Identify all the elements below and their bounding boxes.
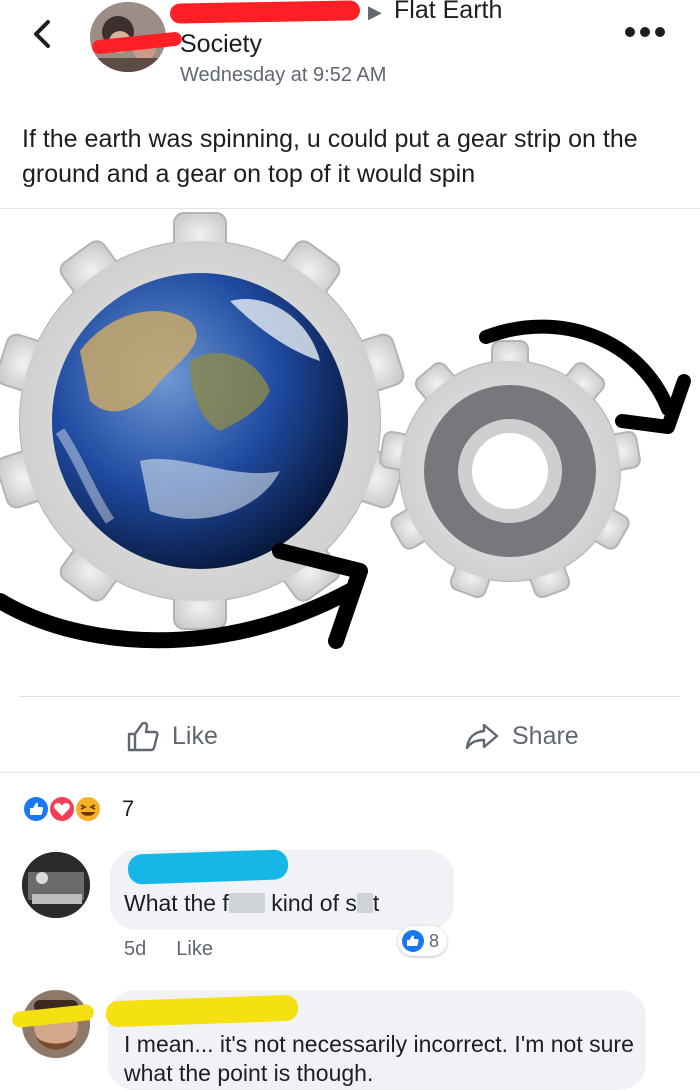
post-text: If the earth was spinning, u could put a… — [22, 125, 638, 188]
back-button[interactable] — [26, 14, 60, 54]
more-options-button[interactable] — [618, 20, 672, 44]
share-arrow-icon — [465, 723, 499, 750]
post-timestamp[interactable]: Wednesday at 9:52 AM — [180, 64, 386, 87]
censor-block — [228, 893, 265, 913]
more-dots-icon — [625, 27, 665, 37]
group-name[interactable]: Flat Earth — [394, 0, 502, 25]
censor-block — [356, 893, 373, 913]
avatar-image — [22, 852, 90, 918]
chevron-left-icon — [34, 20, 50, 48]
thumbs-up-icon — [127, 721, 159, 752]
group-name-continued[interactable]: Society — [180, 30, 262, 59]
reactions-summary[interactable]: 7 — [22, 794, 134, 824]
share-button[interactable]: Share — [464, 716, 579, 756]
gear-earth-illustration — [0, 212, 691, 649]
haha-reaction-icon — [74, 795, 102, 823]
reaction-count: 7 — [122, 796, 135, 821]
like-button[interactable]: Like — [126, 716, 218, 756]
commenter-name-redaction — [127, 849, 289, 885]
comment-like-count[interactable]: 8 — [398, 926, 448, 956]
post-image[interactable] — [0, 208, 700, 681]
reaction-icons — [22, 795, 102, 823]
comment-text: I mean... it's not necessarily incorrect… — [124, 1031, 634, 1086]
comment-like-number: 8 — [429, 930, 440, 951]
triangle-right-icon: ▶ — [368, 2, 382, 22]
comment-text-part: t — [372, 890, 380, 916]
comment-meta: 5d Like — [124, 938, 213, 961]
earth-globe — [52, 273, 348, 569]
commenter-avatar[interactable] — [22, 852, 90, 918]
like-label: Like — [172, 721, 218, 750]
small-gear — [379, 340, 641, 599]
divider — [20, 696, 680, 697]
comment-text-part: kind of s — [264, 890, 357, 916]
comment-like-button[interactable]: Like — [176, 938, 213, 961]
comment-text-part: What the f — [124, 890, 229, 916]
divider — [0, 772, 700, 773]
comment-age[interactable]: 5d — [124, 938, 146, 961]
thumbs-up-icon — [402, 930, 424, 952]
comment-text: What the f kind of s t — [124, 890, 379, 917]
name-redaction — [169, 0, 361, 24]
share-label: Share — [512, 721, 579, 750]
